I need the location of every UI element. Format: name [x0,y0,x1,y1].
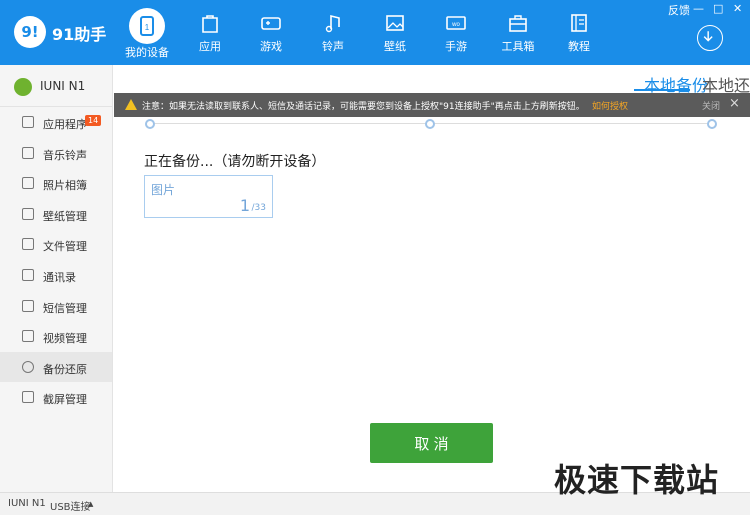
sidebar: IUNI N1 应用程序 14 音乐铃声 照片相簿 壁纸管理 文件管理 通讯录 短… [0,65,113,492]
android-icon [14,78,32,96]
nav-my-device[interactable]: 1 我的设备 [119,8,175,60]
status-device: IUNI N1 [8,498,46,509]
music-icon [325,14,340,33]
video-icon [22,330,34,343]
watermark: 极速下载站 [554,461,720,499]
progress-dot-start [145,119,155,129]
file-icon [22,238,34,251]
phone-icon: 1 [140,16,154,36]
nav-label: 教程 [568,40,590,53]
nav-mobile-games[interactable]: wo 手游 [428,8,484,60]
sms-icon [22,299,34,312]
sidebar-item-files[interactable]: 文件管理 [0,229,112,260]
close-icon[interactable]: × [729,96,740,111]
sidebar-item-wallpapers[interactable]: 壁纸管理 [0,199,112,230]
tab-underline [634,89,690,91]
backup-status-heading: 正在备份...（请勿断开设备） [144,154,326,170]
sidebar-item-label: 视频管理 [43,332,87,346]
sidebar-item-sms[interactable]: 短信管理 [0,291,112,322]
music-icon [22,146,34,159]
sidebar-item-contacts[interactable]: 通讯录 [0,260,112,291]
sidebar-item-label: 应用程序 [43,118,87,131]
sidebar-item-backup[interactable]: 备份还原 [0,351,112,383]
sidebar-item-screenshots[interactable]: 截屏管理 [0,382,112,413]
svg-text:1: 1 [145,23,150,32]
minimize-button[interactable]: — [693,2,704,15]
nav-wallpapers[interactable]: 壁纸 [367,8,423,60]
sidebar-item-label: 音乐铃声 [43,148,87,162]
update-badge: 14 [85,115,102,126]
device-name: IUNI N1 [40,79,86,93]
backup-item-title: 图片 [151,183,176,197]
crop-icon [22,391,34,404]
gamepad-icon [261,17,281,30]
handheld-icon: wo [446,16,466,30]
nav-label: 游戏 [260,40,282,53]
toolbox-icon [509,15,527,32]
sidebar-item-videos[interactable]: 视频管理 [0,321,112,352]
app-title: 91助手 [52,25,107,44]
how-to-authorize-link[interactable]: 如何授权 [592,99,628,112]
dismiss-link[interactable]: 关闭 [702,99,720,112]
sidebar-item-label: 壁纸管理 [43,209,87,223]
progress-dot-end [707,119,717,129]
warning-banner: 注意：如果无法读取到联系人、短信及通话记录，可能需要您到设备上授权"91连接助手… [114,93,750,117]
photo-icon [22,177,34,190]
apps-icon [22,116,34,128]
nav-games[interactable]: 游戏 [243,8,299,60]
refresh-icon [22,360,34,373]
sidebar-item-label: 截屏管理 [43,393,87,407]
status-connection[interactable]: USB连接 [50,498,91,513]
sidebar-item-label: 通讯录 [43,270,76,284]
feedback-link[interactable]: 反馈 [668,2,690,18]
close-button[interactable]: ✕ [733,2,742,15]
nav-apps[interactable]: 应用 [182,8,238,60]
restore-button[interactable]: □ [713,2,723,15]
wallpaper-icon [22,207,34,220]
chevron-up-icon[interactable]: ▲ [88,500,93,508]
backup-item-total: /33 [251,203,266,213]
sidebar-item-label: 照片相簿 [43,179,87,193]
nav-label: 我的设备 [125,46,169,59]
nav-label: 手游 [445,40,467,53]
nav-ringtones[interactable]: 铃声 [305,8,361,60]
sidebar-item-label: 备份还原 [43,362,87,376]
sidebar-item-music[interactable]: 音乐铃声 [0,138,112,169]
book-icon [571,14,587,32]
app-logo: 9! [14,16,46,48]
backup-item-current: 1 [239,196,250,215]
backup-item-card: 图片 1 /33 [144,175,273,218]
device-header[interactable]: IUNI N1 [0,65,112,107]
svg-text:wo: wo [451,22,460,28]
nav-tutorials[interactable]: 教程 [551,8,607,60]
nav-label: 壁纸 [384,40,406,53]
warning-text: 注意：如果无法读取到联系人、短信及通话记录，可能需要您到设备上授权"91连接助手… [142,102,585,112]
sidebar-item-photos[interactable]: 照片相簿 [0,168,112,199]
sidebar-item-apps[interactable]: 应用程序 14 [0,107,112,138]
top-bar: 9! 91助手 1 我的设备 应用 游戏 铃声 壁纸 wo 手游 工具箱 教程 … [0,0,750,65]
contacts-icon [22,268,34,281]
sidebar-item-label: 短信管理 [43,301,87,315]
image-icon [386,15,404,31]
nav-label: 工具箱 [501,40,535,53]
progress-dot-mid [425,119,435,129]
warning-icon [125,99,137,110]
download-icon[interactable] [697,25,723,51]
nav-label: 应用 [199,40,221,53]
nav-label: 铃声 [322,40,344,53]
main-panel: 本地备份 本地还原 注意：如果无法读取到联系人、短信及通话记录，可能需要您到设备… [114,65,750,492]
sidebar-item-label: 文件管理 [43,240,87,254]
cancel-button[interactable]: 取 消 [370,423,493,463]
nav-toolbox[interactable]: 工具箱 [490,8,546,60]
bag-icon [202,15,218,33]
